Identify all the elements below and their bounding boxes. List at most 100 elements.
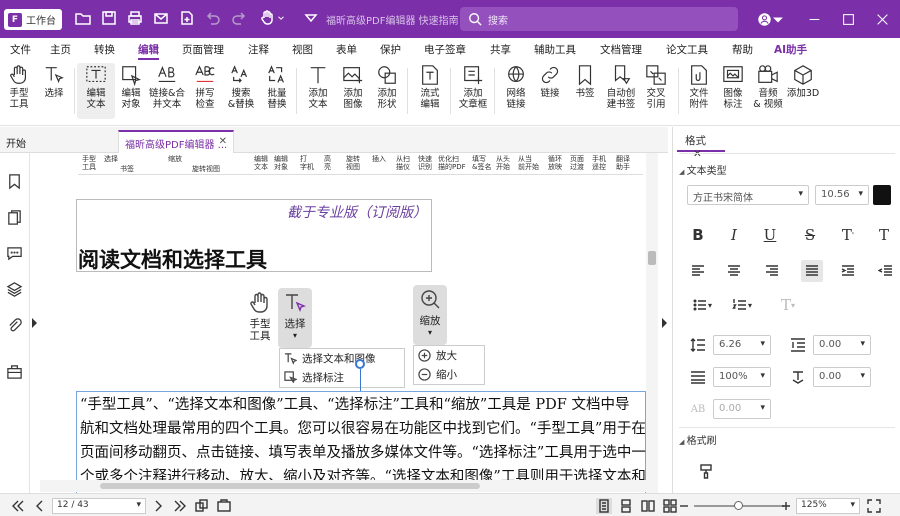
maximize-icon[interactable] xyxy=(838,9,858,29)
menu-home[interactable]: 主页 xyxy=(50,42,71,57)
tool-add-shape[interactable]: 添加 形状 xyxy=(368,63,406,119)
menu-paper-tools[interactable]: 论文工具 xyxy=(666,42,708,57)
format-tab-close-icon[interactable]: ✕ xyxy=(693,148,702,160)
left-panel-collapse-icon[interactable] xyxy=(32,318,37,328)
zoom-level-select[interactable]: 125% xyxy=(796,498,860,514)
hand-tool-icon[interactable] xyxy=(258,9,276,27)
paragraph-spacing-icon[interactable] xyxy=(787,334,809,356)
tool-link-merge-text[interactable]: 链接&合 并文本 xyxy=(148,63,186,119)
tool-file-attachment[interactable]: 文件 附件 xyxy=(680,63,718,119)
text-style-dropdown[interactable]: T ▾ xyxy=(773,294,803,316)
menu-e-signature[interactable]: 电子签章 xyxy=(424,42,466,57)
body-paragraph[interactable]: “手型工具”、“选择文本和图像”工具、“选择标注”工具和“缩放”工具是 PDF … xyxy=(80,393,646,489)
tool-add-image[interactable]: 添加 图像 xyxy=(334,63,372,119)
tool-cross-reference[interactable]: 交叉 引用 xyxy=(637,63,675,119)
last-page-icon[interactable] xyxy=(172,498,188,514)
horizontal-scroll-thumb[interactable] xyxy=(100,483,480,489)
minimize-icon[interactable] xyxy=(804,9,824,29)
tool-edit-object[interactable]: 编辑 对象 xyxy=(112,63,150,119)
tool-select[interactable]: 选择 xyxy=(35,63,73,119)
user-dropdown-icon[interactable] xyxy=(772,9,784,29)
page-thumbnail-icon[interactable] xyxy=(194,498,210,514)
new-file-icon[interactable] xyxy=(178,9,196,27)
tool-audio-video[interactable]: 音频 & 视频 xyxy=(749,63,787,119)
fit-page-icon[interactable] xyxy=(866,498,882,514)
tab-start[interactable]: 开始 xyxy=(6,135,26,150)
page-number-select[interactable]: 12 / 43 xyxy=(52,498,146,514)
menu-file[interactable]: 文件 xyxy=(10,42,31,57)
tool-search-replace[interactable]: 搜索 &替换 xyxy=(222,63,260,119)
heading-text-box[interactable]: 截于专业版（订阅版） 阅读文档和选择工具 xyxy=(76,199,432,272)
paragraph-spacing-select[interactable]: 0.00 xyxy=(813,335,871,355)
menu-ai-assistant[interactable]: AI助手 xyxy=(774,42,807,57)
tool-add-article-box[interactable]: 添加 文章框 xyxy=(454,63,492,119)
tool-flow-edit[interactable]: 流式 编辑 xyxy=(411,63,449,119)
tool-auto-bookmark[interactable]: 自动创 建书签 xyxy=(602,63,640,119)
zoom-slider[interactable] xyxy=(694,501,784,510)
layers-panel-icon[interactable] xyxy=(6,281,24,299)
baseline-offset-select[interactable]: 0.00 xyxy=(813,367,871,387)
zoom-slider-knob[interactable] xyxy=(734,501,743,510)
numbered-list-icon[interactable]: ▾ xyxy=(727,294,757,316)
menu-form[interactable]: 表单 xyxy=(336,42,357,57)
outdent-icon[interactable] xyxy=(875,260,897,282)
snapshot-icon[interactable] xyxy=(216,498,232,514)
document-canvas[interactable]: 手型 工具 选择 书签 缩放 旋转视图 编辑 文本 编辑 对象 打 字机 高 亮… xyxy=(40,153,658,493)
tab-close-icon[interactable]: ✕ xyxy=(219,136,227,147)
rotate-handle[interactable] xyxy=(355,359,365,369)
font-family-select[interactable]: 方正书宋简体 xyxy=(687,185,809,205)
underline-button[interactable]: U xyxy=(759,224,781,246)
undo-icon[interactable] xyxy=(204,9,222,27)
align-right-icon[interactable] xyxy=(761,260,783,282)
format-brush-icon[interactable] xyxy=(695,461,717,483)
tool-hand[interactable]: 手型 工具 xyxy=(0,63,38,119)
line-spacing-icon[interactable] xyxy=(687,334,709,356)
open-folder-icon[interactable] xyxy=(74,9,92,27)
tool-add-text[interactable]: 添加 文本 xyxy=(299,63,337,119)
vertical-scroll-thumb[interactable] xyxy=(648,251,656,265)
print-icon[interactable] xyxy=(126,9,144,27)
line-spacing-select[interactable]: 6.26 xyxy=(713,335,771,355)
user-account-icon[interactable] xyxy=(754,9,774,29)
tool-edit-text[interactable]: 编辑 文本 xyxy=(77,63,115,119)
tool-spell-check[interactable]: 拼写 检查 xyxy=(186,63,224,119)
baseline-offset-icon[interactable] xyxy=(787,366,809,388)
align-justify-icon[interactable] xyxy=(801,260,823,282)
pages-panel-icon[interactable] xyxy=(6,209,24,227)
character-spacing-icon[interactable]: AB xyxy=(687,398,709,420)
quick-access-dropdown-icon[interactable] xyxy=(302,9,320,27)
single-page-view-icon[interactable] xyxy=(596,498,612,514)
menu-document-management[interactable]: 文档管理 xyxy=(600,42,642,57)
superscript-button[interactable]: T ' xyxy=(837,224,859,246)
format-tab[interactable]: 格式✕ xyxy=(677,130,725,160)
menu-share[interactable]: 共享 xyxy=(490,42,511,57)
tool-image-annotation[interactable]: 图像 标注 xyxy=(714,63,752,119)
bullet-list-icon[interactable]: ▾ xyxy=(687,294,717,316)
zoom-in-icon[interactable] xyxy=(778,498,794,514)
right-panel-collapse-icon[interactable] xyxy=(662,318,667,328)
menu-accessibility[interactable]: 辅助工具 xyxy=(534,42,576,57)
menu-comment[interactable]: 注释 xyxy=(248,42,269,57)
workspace-button[interactable]: F 工作台 xyxy=(4,9,62,30)
redo-icon[interactable] xyxy=(230,9,248,27)
horizontal-scale-select[interactable]: 100% xyxy=(713,367,771,387)
attachments-panel-icon[interactable] xyxy=(6,317,24,335)
tool-link[interactable]: 链接 xyxy=(531,63,569,119)
subscript-button[interactable]: T xyxy=(873,224,895,246)
tool-batch-replace[interactable]: 批量 替换 xyxy=(258,63,296,119)
strikethrough-button[interactable]: S xyxy=(799,224,821,246)
next-page-icon[interactable] xyxy=(150,498,166,514)
menu-convert[interactable]: 转换 xyxy=(94,42,115,57)
tab-document[interactable]: 福昕高级PDF编辑器 ... ✕ xyxy=(118,130,234,153)
bold-button[interactable]: B xyxy=(687,224,709,246)
zoom-out-icon[interactable] xyxy=(676,498,692,514)
toolbox-panel-icon[interactable] xyxy=(6,363,24,381)
horizontal-scrollbar[interactable] xyxy=(40,480,646,492)
menu-protect[interactable]: 保护 xyxy=(380,42,401,57)
email-icon[interactable] xyxy=(152,9,170,27)
continuous-view-icon[interactable] xyxy=(618,498,634,514)
previous-page-icon[interactable] xyxy=(32,498,48,514)
character-spacing-select[interactable]: 0.00 xyxy=(713,399,771,419)
menu-page-management[interactable]: 页面管理 xyxy=(182,42,224,57)
close-icon[interactable] xyxy=(872,9,892,29)
